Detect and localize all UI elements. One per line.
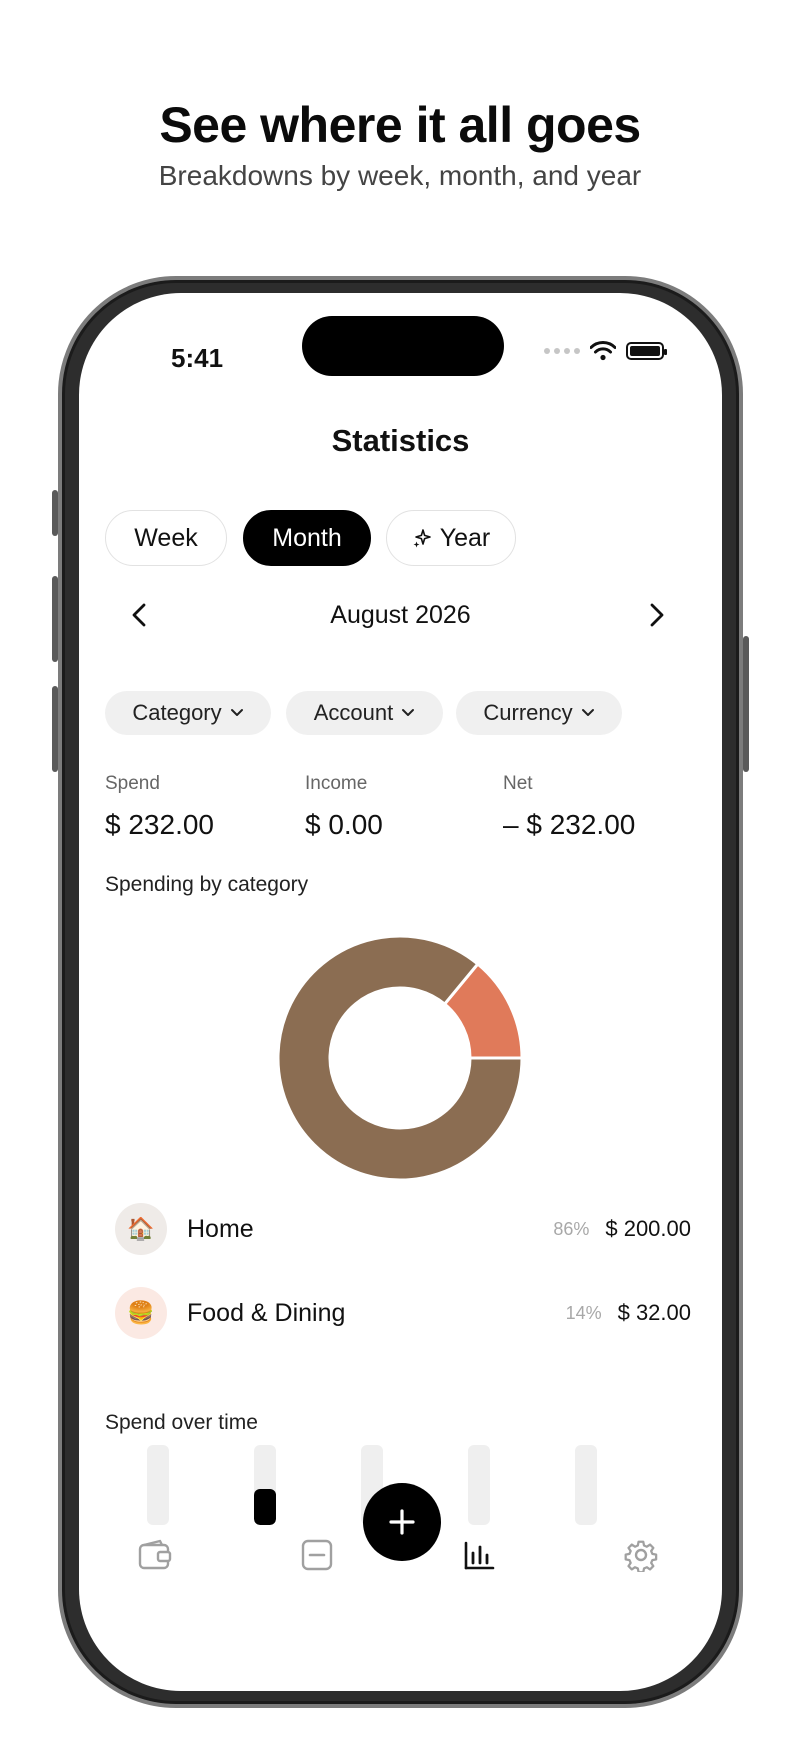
income-label: Income — [305, 773, 368, 794]
app-screen: 5:41 Statistics Week Month Year August 2… — [79, 293, 722, 1691]
status-icons — [544, 341, 667, 361]
status-time: 5:41 — [171, 343, 224, 373]
period-label: August 2026 — [330, 601, 471, 629]
category-amount: $ 200.00 — [605, 1216, 691, 1241]
cellular-dots-icon — [544, 348, 580, 354]
volume-down-button — [52, 686, 58, 772]
net-value: – $ 232.00 — [503, 809, 636, 840]
chevron-down-icon — [402, 709, 415, 716]
wifi-icon — [590, 341, 616, 361]
time-bar-2 — [254, 1445, 276, 1525]
page-title: Statistics — [331, 423, 470, 458]
category-donut-chart — [276, 934, 524, 1182]
volume-up-button — [52, 576, 58, 662]
gear-icon — [624, 1540, 658, 1572]
time-bar-4 — [468, 1445, 490, 1525]
tab-year-label: Year — [439, 523, 491, 552]
home-icon: 🏠 — [115, 1203, 167, 1255]
category-name: Food & Dining — [187, 1298, 346, 1327]
category-percent: 86% — [553, 1218, 590, 1239]
account-filter[interactable]: Account — [286, 691, 443, 735]
category-name: Home — [187, 1214, 254, 1243]
category-percent: 14% — [565, 1302, 602, 1323]
category-row-food-dining[interactable]: 🍔 Food & Dining 14% $ 32.00 — [115, 1285, 691, 1341]
tab-statistics[interactable] — [459, 1535, 499, 1575]
tab-month-label: Month — [272, 523, 342, 552]
subheadline: Breakdowns by week, month, and year — [158, 160, 642, 191]
action-button — [52, 490, 58, 536]
income-metric: Income $ 0.00 — [305, 773, 383, 841]
bar-chart-icon — [464, 1541, 495, 1570]
category-filter-label: Category — [132, 700, 222, 725]
battery-icon — [626, 342, 667, 360]
next-period-button[interactable] — [637, 595, 677, 635]
tab-settings[interactable] — [621, 1535, 661, 1575]
tab-year[interactable]: Year — [386, 510, 516, 566]
time-bar-1 — [147, 1445, 169, 1525]
tab-month[interactable]: Month — [243, 510, 371, 566]
spend-label: Spend — [105, 773, 160, 794]
tab-wallet[interactable] — [135, 1535, 175, 1575]
currency-filter[interactable]: Currency — [456, 691, 622, 735]
time-bar-5 — [575, 1445, 597, 1525]
wallet-icon — [138, 1539, 172, 1570]
sparkle-icon — [413, 529, 431, 548]
spend-metric: Spend $ 232.00 — [105, 773, 214, 841]
category-row-home[interactable]: 🏠 Home 86% $ 200.00 — [115, 1201, 691, 1257]
dynamic-island — [302, 316, 504, 376]
spend-over-time-label: Spend over time — [105, 1411, 258, 1434]
category-filter[interactable]: Category — [105, 691, 271, 735]
burger-icon: 🍔 — [115, 1287, 167, 1339]
phone-frame: 5:41 Statistics Week Month Year August 2… — [52, 276, 749, 1708]
headline: See where it all goes — [159, 97, 641, 153]
plus-icon — [389, 1509, 415, 1535]
spending-by-category-label: Spending by category — [105, 873, 309, 896]
minus-square-icon — [301, 1539, 333, 1571]
account-filter-label: Account — [313, 700, 394, 725]
tab-week[interactable]: Week — [105, 510, 227, 566]
chevron-right-icon — [650, 603, 664, 627]
net-label: Net — [503, 773, 533, 794]
currency-filter-label: Currency — [483, 700, 573, 725]
tab-expenses[interactable] — [297, 1535, 337, 1575]
time-bar-fill — [254, 1489, 276, 1525]
add-transaction-button[interactable] — [363, 1483, 441, 1561]
chevron-down-icon — [581, 709, 594, 716]
net-metric: Net – $ 232.00 — [503, 773, 635, 841]
tab-week-label: Week — [134, 523, 198, 552]
category-amount: $ 32.00 — [617, 1300, 691, 1325]
chevron-down-icon — [230, 709, 243, 716]
income-value: $ 0.00 — [305, 809, 383, 840]
spend-value: $ 232.00 — [105, 809, 214, 840]
power-button — [743, 636, 749, 772]
